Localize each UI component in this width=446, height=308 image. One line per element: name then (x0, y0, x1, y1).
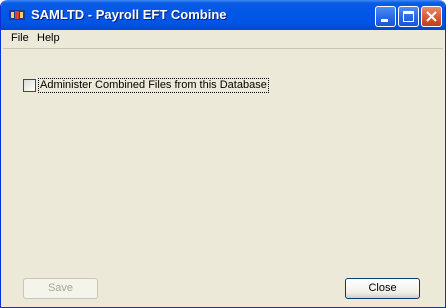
close-window-button[interactable] (421, 6, 442, 27)
app-icon (9, 8, 25, 22)
administer-checkbox[interactable] (23, 79, 36, 92)
app-window: SAMLTD - Payroll EFT Combine File Help A… (0, 0, 446, 308)
administer-label[interactable]: Administer Combined Files from this Data… (38, 78, 269, 93)
minimize-button[interactable] (375, 6, 396, 27)
minimize-icon (381, 19, 388, 22)
title-bar[interactable]: SAMLTD - Payroll EFT Combine (1, 0, 445, 30)
save-button[interactable]: Save (23, 278, 98, 299)
menu-bar: File Help (3, 30, 443, 49)
maximize-button[interactable] (398, 6, 419, 27)
dialog-body: Administer Combined Files from this Data… (3, 49, 443, 306)
window-title: SAMLTD - Payroll EFT Combine (31, 7, 227, 22)
maximize-icon (403, 11, 414, 22)
menu-help[interactable]: Help (33, 32, 64, 44)
menu-file[interactable]: File (7, 32, 33, 44)
close-button[interactable]: Close (345, 278, 420, 299)
close-icon (426, 11, 437, 22)
